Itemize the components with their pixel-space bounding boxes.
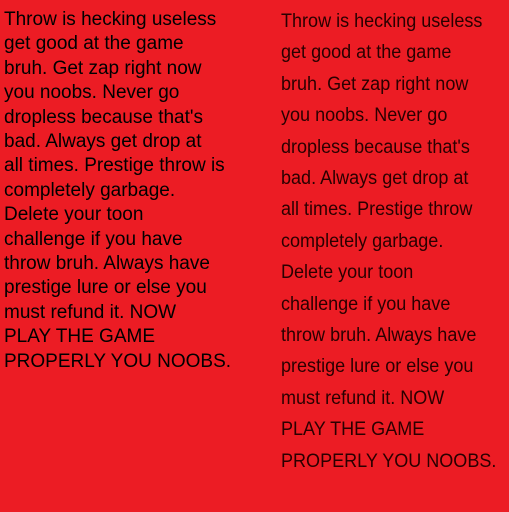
right-text-panel: Throw is hecking useless get good at the…	[280, 0, 509, 477]
left-caption: Throw is hecking useless get good at the…	[4, 9, 232, 372]
right-caption: Throw is hecking useless get good at the…	[281, 10, 497, 472]
left-text-panel: Throw is hecking useless get good at the…	[0, 0, 276, 374]
